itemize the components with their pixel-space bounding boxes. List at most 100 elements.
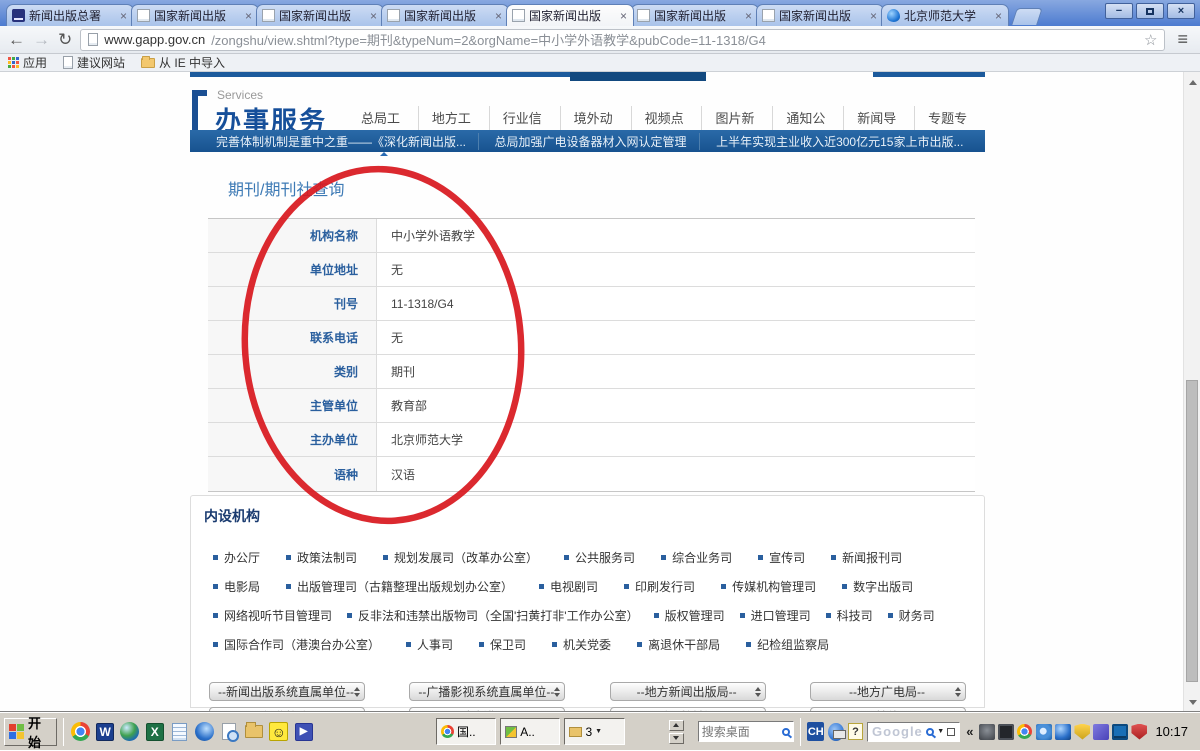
quicklaunch-notepad-icon[interactable] xyxy=(169,720,190,744)
search-icon[interactable] xyxy=(782,728,790,736)
search-icon[interactable] xyxy=(926,728,934,736)
dept-link[interactable]: 办公厅 xyxy=(213,549,260,566)
dept-link[interactable]: 电影局 xyxy=(213,578,260,595)
dept-link[interactable]: 离退休干部局 xyxy=(637,636,720,653)
tray-chrome-icon[interactable] xyxy=(1017,724,1033,740)
browser-tab-1[interactable]: 新闻出版总署 × xyxy=(6,4,134,26)
restore-button[interactable] xyxy=(1136,3,1164,19)
language-indicator[interactable]: CH xyxy=(807,722,824,741)
tray-search-icon[interactable] xyxy=(1036,724,1052,740)
deskbar-box-icon[interactable] xyxy=(947,728,955,736)
tray-network-display-icon[interactable] xyxy=(1112,724,1128,740)
tab-close-icon[interactable]: × xyxy=(619,10,628,22)
dept-link[interactable]: 进口管理司 xyxy=(740,607,811,624)
dept-link[interactable]: 科技司 xyxy=(826,607,873,624)
tab-close-icon[interactable]: × xyxy=(994,10,1003,22)
tab-close-icon[interactable]: × xyxy=(494,10,503,22)
tab-close-icon[interactable]: × xyxy=(369,10,378,22)
tray-recorder-icon[interactable] xyxy=(998,724,1014,740)
quicklaunch-smiley-icon[interactable]: ☺ xyxy=(268,720,289,744)
help-icon[interactable]: ? xyxy=(848,723,863,740)
dept-link[interactable]: 印刷发行司 xyxy=(624,578,695,595)
quicklaunch-word-icon[interactable]: W xyxy=(95,720,116,744)
tab-close-icon[interactable]: × xyxy=(119,10,128,22)
quicklaunch-globe-browser-icon[interactable] xyxy=(120,720,141,744)
scroll-up-icon[interactable] xyxy=(1184,74,1200,90)
task-button-folder-group[interactable]: 3 ▼ xyxy=(564,718,624,745)
select-broadcast-system-units[interactable]: --广播影视系统直属单位-- xyxy=(409,682,565,701)
tray-browser-icon[interactable] xyxy=(1055,724,1071,740)
tab-close-icon[interactable]: × xyxy=(869,10,878,22)
desktop-search-box[interactable] xyxy=(698,721,794,742)
minimize-button[interactable]: − xyxy=(1105,3,1133,19)
google-deskbar[interactable]: Google ▼ xyxy=(867,722,960,742)
ticker-link[interactable]: 完善体制机制是重中之重——《深化新闻出版... xyxy=(200,133,478,150)
tray-headset-icon[interactable] xyxy=(979,724,995,740)
bookmark-star-icon[interactable]: ☆ xyxy=(1144,31,1157,49)
spinner-down-icon[interactable] xyxy=(669,733,684,744)
browser-tab-4[interactable]: 国家新闻出版 × xyxy=(381,4,509,26)
dept-link[interactable]: 网络视听节目管理司 xyxy=(213,607,332,624)
dept-link[interactable]: 版权管理司 xyxy=(654,607,725,624)
tray-shield-yellow-icon[interactable] xyxy=(1074,724,1090,740)
dept-link[interactable]: 传媒机构管理司 xyxy=(721,578,816,595)
quicklaunch-chrome-icon[interactable] xyxy=(70,720,91,744)
dept-link[interactable]: 保卫司 xyxy=(479,636,526,653)
tab-close-icon[interactable]: × xyxy=(744,10,753,22)
close-button[interactable]: × xyxy=(1167,3,1195,19)
browser-tab-2[interactable]: 国家新闻出版 × xyxy=(131,4,259,26)
browser-tab-8[interactable]: 北京师范大学 × xyxy=(881,4,1009,26)
dept-link[interactable]: 财务司 xyxy=(888,607,935,624)
tray-plugin-icon[interactable] xyxy=(1093,724,1109,740)
quicklaunch-thunderbird-icon[interactable] xyxy=(194,720,215,744)
start-button[interactable]: 开始 xyxy=(4,718,57,746)
refresh-icon[interactable]: ↻ xyxy=(58,31,72,48)
dept-link[interactable]: 综合业务司 xyxy=(661,549,732,566)
browser-tab-7[interactable]: 国家新闻出版 × xyxy=(756,4,884,26)
quicklaunch-media-player-icon[interactable]: ▶ xyxy=(293,720,314,744)
select-local-broadcast-bureaus[interactable]: --地方广电局-- xyxy=(810,682,966,701)
dept-link[interactable]: 数字出版司 xyxy=(842,578,913,595)
quicklaunch-excel-icon[interactable]: X xyxy=(144,720,165,744)
forward-icon[interactable]: → xyxy=(33,31,50,48)
browser-tab-5-active[interactable]: 国家新闻出版 × xyxy=(506,4,634,26)
bookmark-import-folder[interactable]: 从 IE 中导入 xyxy=(141,54,235,71)
dept-link[interactable]: 出版管理司（古籍整理出版规划办公室） xyxy=(286,578,513,595)
scrollbar[interactable] xyxy=(1183,72,1200,712)
dept-link[interactable]: 公共服务司 xyxy=(564,549,635,566)
scroll-down-icon[interactable] xyxy=(1184,694,1200,710)
spinner-up-icon[interactable] xyxy=(669,720,684,731)
dept-link[interactable]: 人事司 xyxy=(406,636,453,653)
dept-link[interactable]: 宣传司 xyxy=(758,549,805,566)
bookmark-suggested-sites[interactable]: 建议网站 xyxy=(63,54,135,71)
dept-link[interactable]: 电视剧司 xyxy=(539,578,598,595)
tray-security-red-icon[interactable] xyxy=(1131,724,1147,740)
dept-link[interactable]: 规划发展司（改革办公室） xyxy=(383,549,538,566)
task-button-paint[interactable]: A.. xyxy=(500,718,560,745)
new-tab-button[interactable] xyxy=(1011,8,1043,25)
back-icon[interactable]: ← xyxy=(8,31,25,48)
ime-icon[interactable] xyxy=(828,723,844,741)
select-press-system-units[interactable]: --新闻出版系统直属单位-- xyxy=(209,682,365,701)
select-local-press-bureaus[interactable]: --地方新闻出版局-- xyxy=(610,682,766,701)
quicklaunch-document-search-icon[interactable] xyxy=(219,720,240,744)
desktop-search-input[interactable] xyxy=(702,725,782,739)
scrollbar-thumb[interactable] xyxy=(1186,380,1198,682)
dept-link[interactable]: 纪检组监察局 xyxy=(746,636,829,653)
quicklaunch-folder-search-icon[interactable] xyxy=(244,720,265,744)
ticker-link[interactable]: 总局加强广电设备器材入网认定管理 xyxy=(478,133,700,150)
tray-overflow-icon[interactable]: « xyxy=(966,724,973,739)
browser-tab-3[interactable]: 国家新闻出版 × xyxy=(256,4,384,26)
dropdown-caret-icon[interactable]: ▼ xyxy=(937,728,944,735)
apps-shortcut[interactable]: 应用 xyxy=(8,54,57,71)
browser-tab-6[interactable]: 国家新闻出版 × xyxy=(631,4,759,26)
address-bar[interactable]: www.gapp.gov.cn /zongshu/view.shtml?type… xyxy=(80,29,1165,51)
dept-link[interactable]: 国际合作司（港澳台办公室） xyxy=(213,636,380,653)
menu-icon[interactable]: ≡ xyxy=(1173,29,1192,50)
dept-link[interactable]: 新闻报刊司 xyxy=(831,549,902,566)
dept-link[interactable]: 政策法制司 xyxy=(286,549,357,566)
dept-link[interactable]: 机关党委 xyxy=(552,636,611,653)
tab-close-icon[interactable]: × xyxy=(244,10,253,22)
ticker-link[interactable]: 上半年实现主业收入近300亿元15家上市出版... xyxy=(699,133,975,150)
dept-link[interactable]: 反非法和违禁出版物司（全国'扫黄打非'工作办公室） xyxy=(347,607,639,624)
